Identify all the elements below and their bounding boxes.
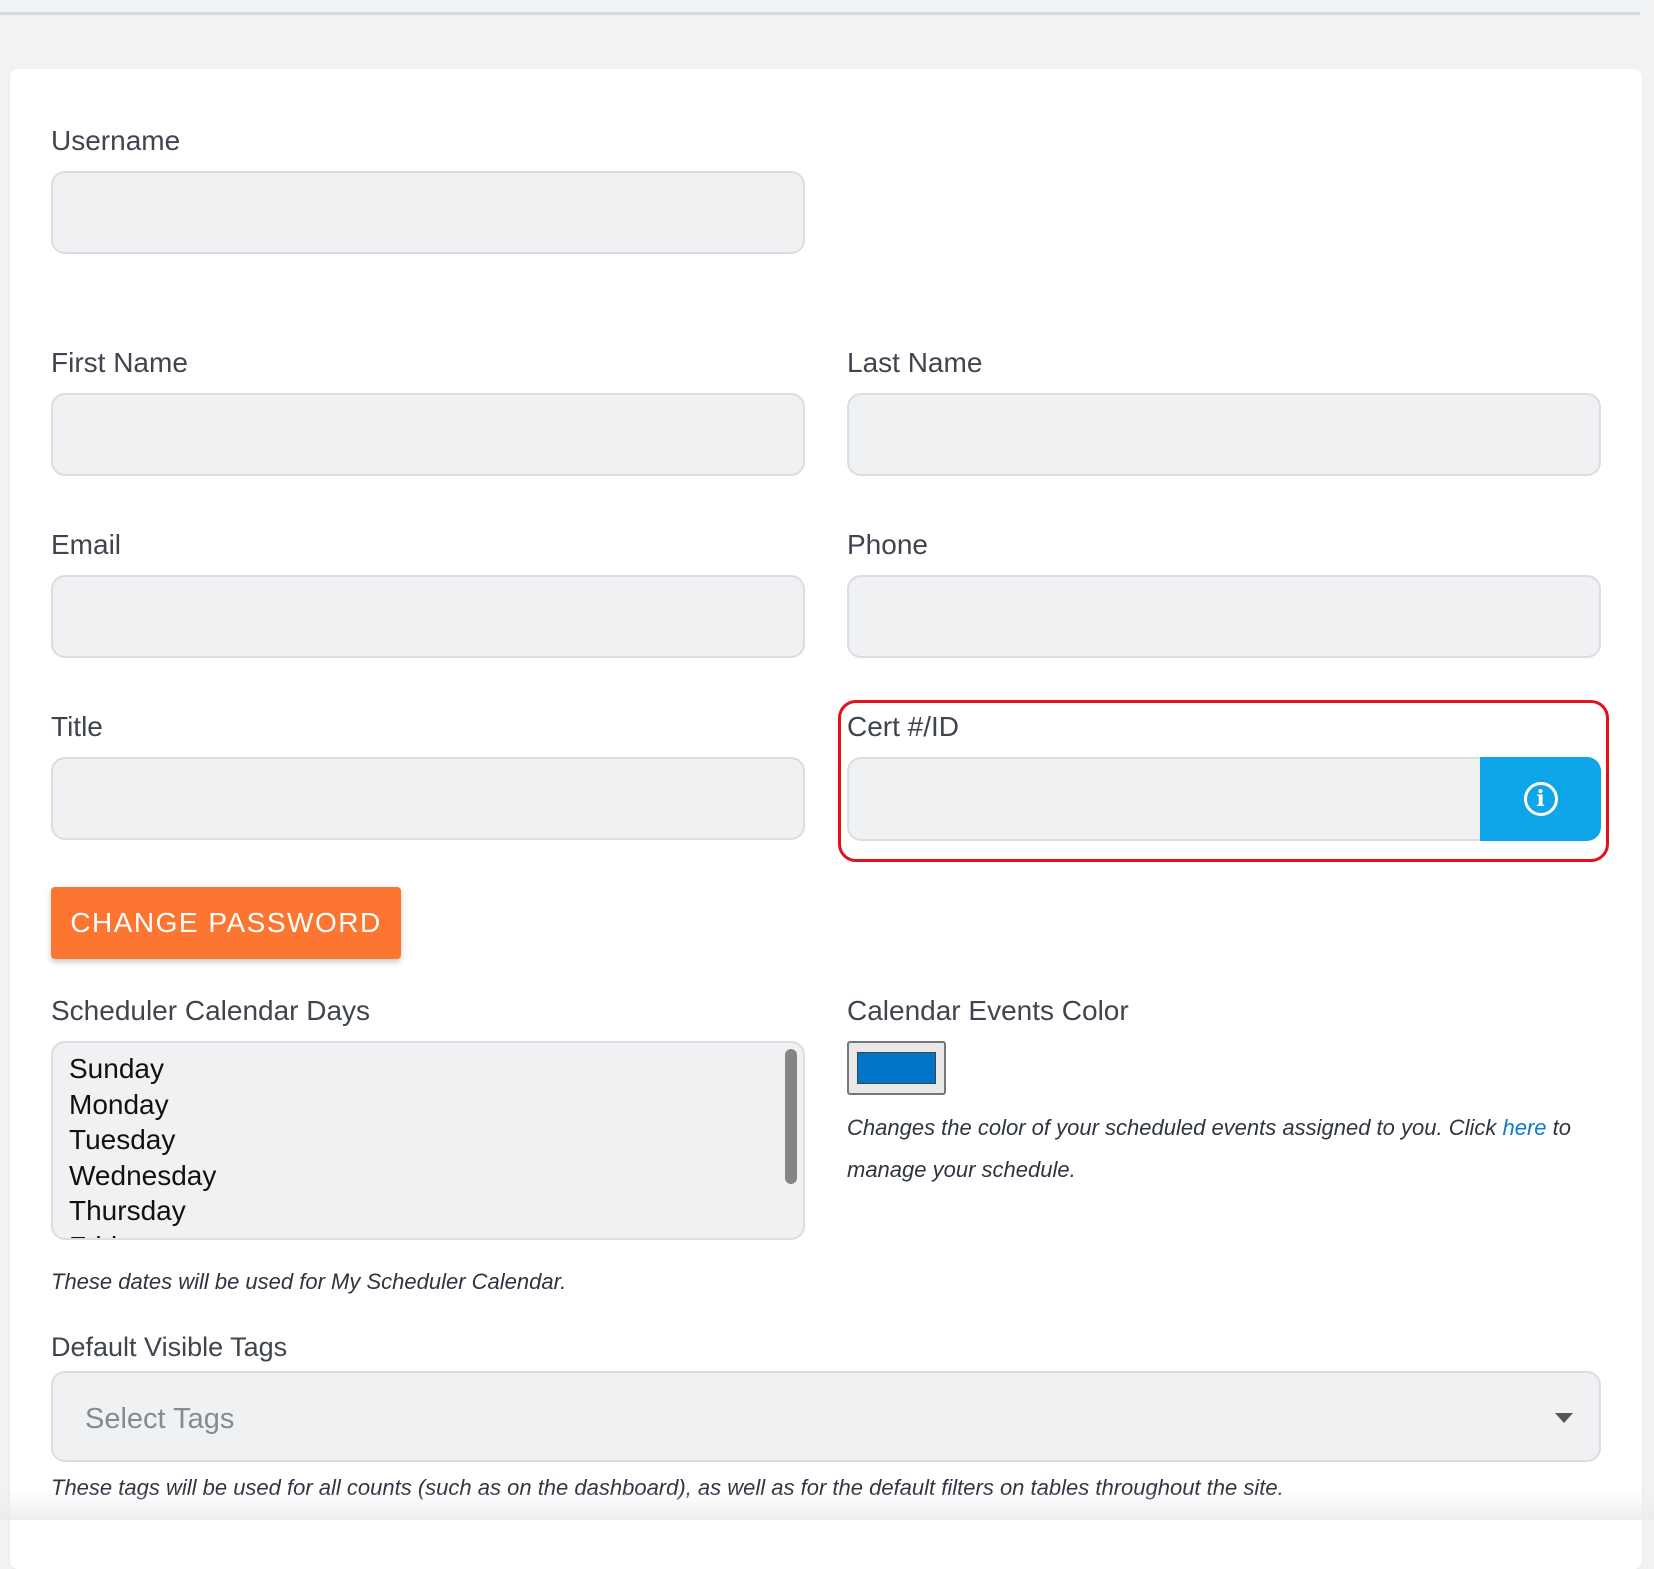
first-name-input[interactable]	[51, 393, 805, 476]
events-color-help: Changes the color of your scheduled even…	[847, 1107, 1587, 1191]
username-label: Username	[51, 127, 180, 155]
scheduler-days-listbox[interactable]: Sunday Monday Tuesday Wednesday Thursday…	[51, 1041, 805, 1240]
cert-id-label: Cert #/ID	[847, 713, 959, 741]
events-color-picker[interactable]	[847, 1041, 946, 1095]
day-option-wednesday[interactable]: Wednesday	[69, 1158, 803, 1194]
title-label: Title	[51, 713, 103, 741]
tags-label: Default Visible Tags	[51, 1334, 287, 1361]
day-option-tuesday[interactable]: Tuesday	[69, 1122, 803, 1158]
top-divider	[0, 12, 1640, 15]
email-label: Email	[51, 531, 121, 559]
manage-schedule-link[interactable]: here	[1503, 1115, 1547, 1140]
scheduler-days-help: These dates will be used for My Schedule…	[51, 1269, 566, 1295]
username-input[interactable]	[51, 171, 805, 254]
phone-label: Phone	[847, 531, 928, 559]
phone-input[interactable]	[847, 575, 1601, 658]
events-color-swatch	[857, 1052, 936, 1084]
email-input[interactable]	[51, 575, 805, 658]
change-password-button[interactable]: CHANGE PASSWORD	[51, 887, 401, 959]
last-name-label: Last Name	[847, 349, 982, 377]
scheduler-days-label: Scheduler Calendar Days	[51, 997, 370, 1025]
events-color-help-text: Changes the color of your scheduled even…	[847, 1115, 1503, 1140]
listbox-scrollbar[interactable]	[785, 1049, 797, 1184]
day-option-monday[interactable]: Monday	[69, 1087, 803, 1123]
cert-id-input[interactable]	[847, 757, 1483, 841]
day-option-sunday[interactable]: Sunday	[69, 1051, 803, 1087]
caret-down-icon	[1555, 1413, 1573, 1423]
events-color-label: Calendar Events Color	[847, 997, 1129, 1025]
tags-help: These tags will be used for all counts (…	[51, 1475, 1284, 1501]
first-name-label: First Name	[51, 349, 188, 377]
last-name-input[interactable]	[847, 393, 1601, 476]
day-option-thursday[interactable]: Thursday	[69, 1193, 803, 1229]
tags-placeholder: Select Tags	[85, 1403, 234, 1436]
tags-select[interactable]: Select Tags	[51, 1371, 1601, 1462]
info-circle-icon: i	[1524, 782, 1558, 816]
day-option-friday[interactable]: Friday	[69, 1229, 803, 1241]
cert-info-button[interactable]: i	[1480, 757, 1601, 841]
title-input[interactable]	[51, 757, 805, 840]
